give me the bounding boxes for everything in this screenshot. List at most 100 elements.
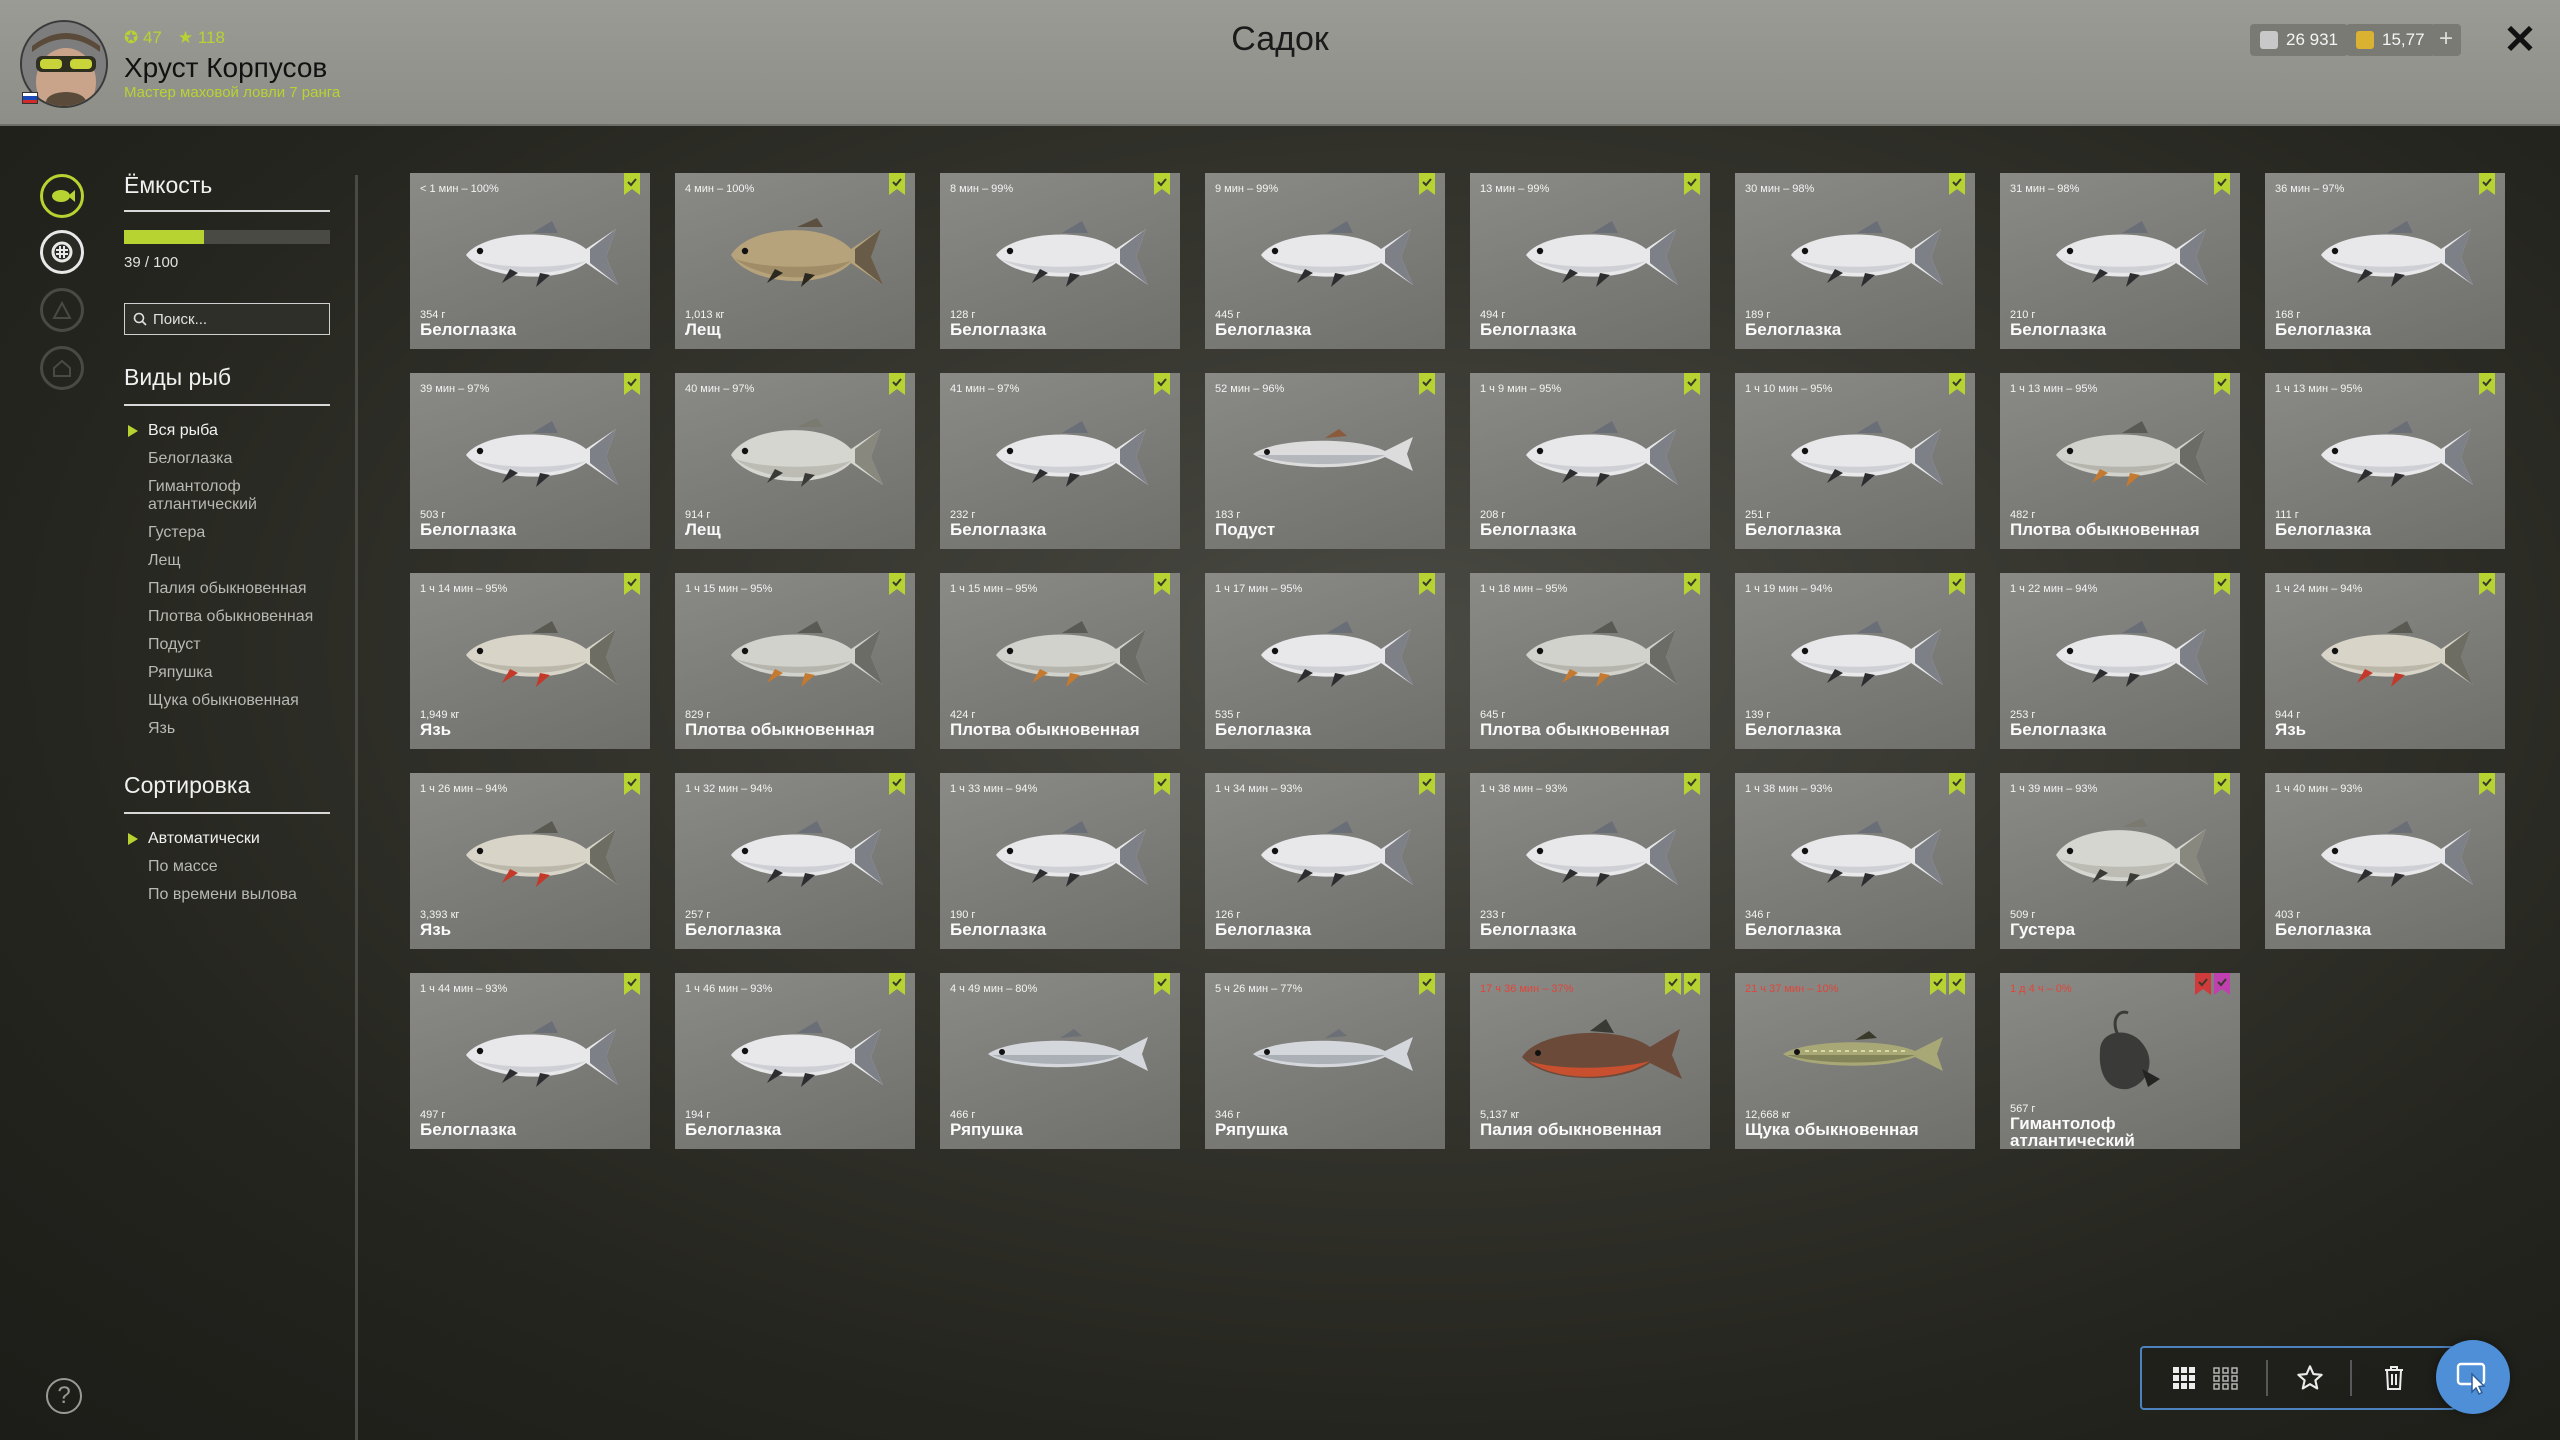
fish-card[interactable]: 36 мин – 97% 168 г Белоглазка — [2265, 173, 2505, 349]
bookmark-icon[interactable] — [889, 173, 905, 195]
fish-card[interactable]: 1 д 4 ч – 0% 567 г Гимантолоф атлантическ… — [2000, 973, 2240, 1149]
bookmark-icon[interactable] — [624, 773, 640, 795]
bookmark-icon[interactable] — [1154, 373, 1170, 395]
fish-card[interactable]: 1 ч 44 мин – 93% 497 г Белоглазка — [410, 973, 650, 1149]
close-icon[interactable]: ✕ — [2500, 18, 2540, 62]
bookmark-icon[interactable] — [1684, 573, 1700, 595]
bookmark-icon[interactable] — [1949, 173, 1965, 195]
bookmark-icon[interactable] — [2214, 573, 2230, 595]
bookmark-icon[interactable] — [1949, 373, 1965, 395]
bookmark-icon[interactable] — [2195, 973, 2211, 995]
fish-card[interactable]: 1 ч 9 мин – 95% 208 г Белоглазка — [1470, 373, 1710, 549]
species-filter-item[interactable]: Вся рыба — [124, 422, 344, 440]
sort-option-item[interactable]: Автоматически — [124, 830, 297, 848]
fish-card[interactable]: 31 мин – 98% 210 г Белоглазка — [2000, 173, 2240, 349]
search-input[interactable] — [153, 310, 323, 328]
bookmark-icon[interactable] — [889, 973, 905, 995]
fish-card[interactable]: 1 ч 40 мин – 93% 403 г Белоглазка — [2265, 773, 2505, 949]
star-icon[interactable] — [2290, 1358, 2330, 1398]
fish-card[interactable]: 52 мин – 96% 183 г Подуст — [1205, 373, 1445, 549]
fish-card[interactable]: 13 мин – 99% 494 г Белоглазка — [1470, 173, 1710, 349]
bookmark-icon[interactable] — [1419, 173, 1435, 195]
fish-card[interactable]: 1 ч 38 мин – 93% 233 г Белоглазка — [1470, 773, 1710, 949]
fish-card[interactable]: 9 мин – 99% 445 г Белоглазка — [1205, 173, 1445, 349]
fish-card[interactable]: < 1 мин – 100% 354 г Белоглазка — [410, 173, 650, 349]
fish-card[interactable]: 1 ч 17 мин – 95% 535 г Белоглазка — [1205, 573, 1445, 749]
bookmark-icon[interactable] — [624, 173, 640, 195]
fish-card[interactable]: 17 ч 36 мин – 37% 5,137 кг Палия обыкнове… — [1470, 973, 1710, 1149]
fish-card[interactable]: 1 ч 15 мин – 95% 424 г Плотва обыкновенна… — [940, 573, 1180, 749]
cursor-mode-button[interactable] — [2436, 1340, 2510, 1414]
bookmark-icon[interactable] — [1419, 773, 1435, 795]
bookmark-icon[interactable] — [2479, 573, 2495, 595]
bookmark-icon[interactable] — [889, 373, 905, 395]
species-filter-item[interactable]: Белоглазка — [124, 450, 344, 468]
species-filter-item[interactable]: Гимантолоф атлантический — [124, 478, 344, 514]
fish-card[interactable]: 1 ч 15 мин – 95% 829 г Плотва обыкновенна… — [675, 573, 915, 749]
fish-card[interactable]: 30 мин – 98% 189 г Белоглазка — [1735, 173, 1975, 349]
bookmark-icon[interactable] — [1684, 373, 1700, 395]
bookmark-icon[interactable] — [2214, 373, 2230, 395]
bookmark-icon[interactable] — [1684, 973, 1700, 995]
bookmark-icon[interactable] — [1154, 573, 1170, 595]
bookmark-icon[interactable] — [889, 773, 905, 795]
boat-tab[interactable] — [40, 230, 84, 274]
species-filter-item[interactable]: Щука обыкновенная — [124, 692, 344, 710]
fish-card[interactable]: 1 ч 39 мин – 93% 509 г Густера — [2000, 773, 2240, 949]
fish-card[interactable]: 1 ч 33 мин – 94% 190 г Белоглазка — [940, 773, 1180, 949]
fish-card[interactable]: 1 ч 19 мин – 94% 139 г Белоглазка — [1735, 573, 1975, 749]
species-filter-item[interactable]: Густера — [124, 524, 344, 542]
add-currency-button[interactable]: + — [2431, 24, 2461, 56]
fish-card[interactable]: 1 ч 10 мин – 95% 251 г Белоглазка — [1735, 373, 1975, 549]
grid-small-icon[interactable] — [2206, 1358, 2246, 1398]
bookmark-icon[interactable] — [624, 373, 640, 395]
home-tab[interactable] — [40, 346, 84, 390]
fish-card[interactable]: 1 ч 13 мин – 95% 482 г Плотва обыкновенна… — [2000, 373, 2240, 549]
fish-card[interactable]: 1 ч 22 мин – 94% 253 г Белоглазка — [2000, 573, 2240, 749]
species-filter-item[interactable]: Язь — [124, 720, 344, 738]
bookmark-icon[interactable] — [1949, 973, 1965, 995]
camp-tab[interactable] — [40, 288, 84, 332]
bookmark-icon[interactable] — [1154, 173, 1170, 195]
species-filter-item[interactable]: Ряпушка — [124, 664, 344, 682]
fish-card[interactable]: 1 ч 14 мин – 95% 1,949 кг Язь — [410, 573, 650, 749]
fish-card[interactable]: 41 мин – 97% 232 г Белоглазка — [940, 373, 1180, 549]
fish-card[interactable]: 1 ч 26 мин – 94% 3,393 кг Язь — [410, 773, 650, 949]
help-icon[interactable]: ? — [46, 1378, 82, 1414]
fish-card[interactable]: 21 ч 37 мин – 10% 12,668 кг Щука обыкнове… — [1735, 973, 1975, 1149]
species-filter-item[interactable]: Плотва обыкновенная — [124, 608, 344, 626]
species-filter-item[interactable]: Лещ — [124, 552, 344, 570]
bookmark-icon[interactable] — [624, 573, 640, 595]
bookmark-icon[interactable] — [1930, 973, 1946, 995]
bookmark-icon[interactable] — [1949, 773, 1965, 795]
bookmark-icon[interactable] — [1949, 573, 1965, 595]
fish-card[interactable]: 8 мин – 99% 128 г Белоглазка — [940, 173, 1180, 349]
fish-card[interactable]: 1 ч 18 мин – 95% 645 г Плотва обыкновенна… — [1470, 573, 1710, 749]
fish-card[interactable]: 1 ч 38 мин – 93% 346 г Белоглазка — [1735, 773, 1975, 949]
fish-card[interactable]: 1 ч 24 мин – 94% 944 г Язь — [2265, 573, 2505, 749]
fish-keepnet-tab[interactable] — [40, 174, 84, 218]
fish-card[interactable]: 1 ч 46 мин – 93% 194 г Белоглазка — [675, 973, 915, 1149]
fish-card[interactable]: 1 ч 32 мин – 94% 257 г Белоглазка — [675, 773, 915, 949]
fish-card[interactable]: 39 мин – 97% 503 г Белоглазка — [410, 373, 650, 549]
bookmark-icon[interactable] — [1665, 973, 1681, 995]
bookmark-icon[interactable] — [1154, 973, 1170, 995]
bookmark-icon[interactable] — [2214, 773, 2230, 795]
bookmark-icon[interactable] — [624, 973, 640, 995]
sort-option-item[interactable]: По массе — [124, 858, 297, 876]
species-filter-item[interactable]: Палия обыкновенная — [124, 580, 344, 598]
fish-card[interactable]: 5 ч 26 мин – 77% 346 г Ряпушка — [1205, 973, 1445, 1149]
fish-card[interactable]: 40 мин – 97% 914 г Лещ — [675, 373, 915, 549]
bookmark-icon[interactable] — [1684, 773, 1700, 795]
bookmark-icon[interactable] — [2214, 973, 2230, 995]
bookmark-icon[interactable] — [1419, 373, 1435, 395]
bookmark-icon[interactable] — [2479, 173, 2495, 195]
bookmark-icon[interactable] — [2479, 373, 2495, 395]
fish-card[interactable]: 4 ч 49 мин – 80% 466 г Ряпушка — [940, 973, 1180, 1149]
bookmark-icon[interactable] — [889, 573, 905, 595]
bookmark-icon[interactable] — [2214, 173, 2230, 195]
bookmark-icon[interactable] — [1154, 773, 1170, 795]
bookmark-icon[interactable] — [1684, 173, 1700, 195]
bookmark-icon[interactable] — [2479, 773, 2495, 795]
sort-option-item[interactable]: По времени вылова — [124, 886, 297, 904]
